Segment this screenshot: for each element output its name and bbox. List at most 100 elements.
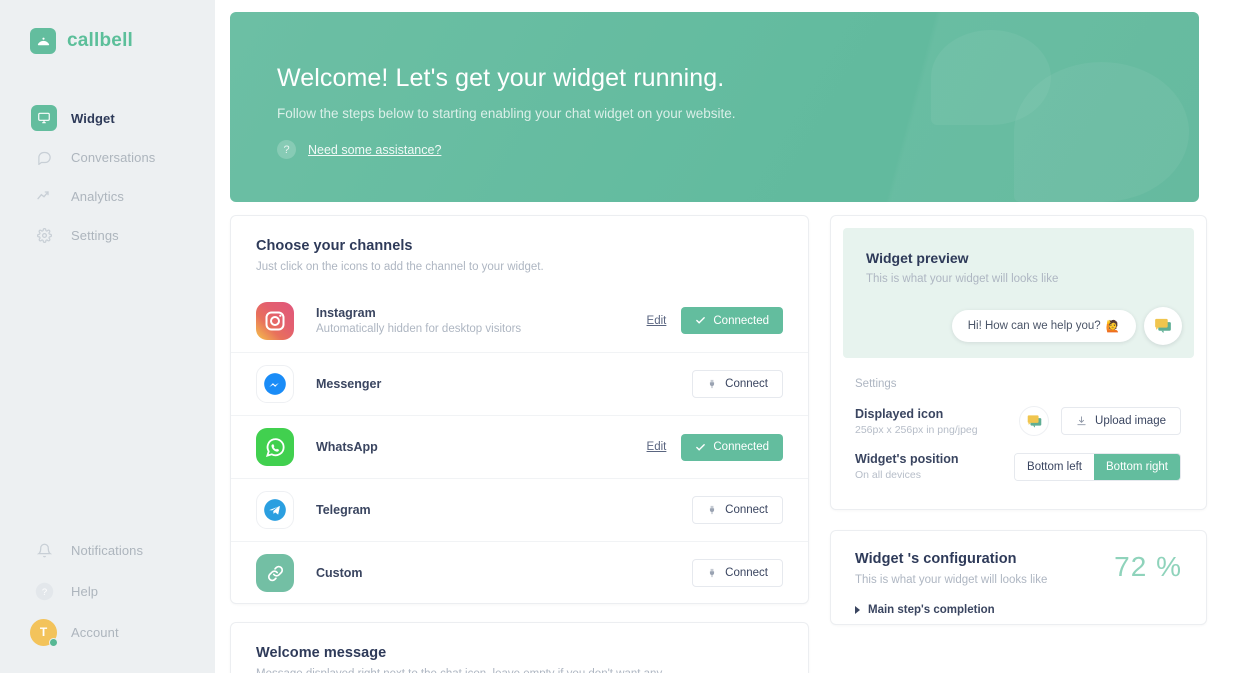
displayed-icon-row: Displayed icon 256px x 256px in png/jpeg [855, 406, 1181, 436]
position-bottom-right-button[interactable]: Bottom right [1094, 454, 1180, 480]
telegram-icon[interactable] [256, 491, 294, 529]
channel-name: WhatsApp [316, 440, 647, 454]
channel-name: Messenger [316, 377, 692, 391]
card-title: Choose your channels [256, 238, 783, 254]
chat-widget-icon[interactable] [1144, 307, 1182, 345]
upload-image-button[interactable]: Upload image [1061, 407, 1181, 435]
position-bottom-left-button[interactable]: Bottom left [1015, 454, 1094, 480]
displayed-icon-preview [1019, 406, 1049, 436]
upload-label: Upload image [1095, 415, 1166, 427]
plug-icon [707, 378, 717, 390]
card-subtitle: Message displayed right next to the chat… [256, 668, 783, 673]
whatsapp-icon[interactable] [256, 428, 294, 466]
widget-preview-launcher: Hi! How can we help you? 🙋 [952, 307, 1182, 345]
welcome-message-card: Welcome message Message displayed right … [230, 622, 809, 673]
page-title: Welcome! Let's get your widget running. [277, 64, 1199, 93]
setting-hint: 256px x 256px in png/jpeg [855, 424, 1019, 436]
connect-button[interactable]: Connect [692, 370, 783, 398]
table-row: Messenger Connect [231, 352, 808, 415]
channel-meta: Messenger [316, 377, 692, 391]
assistance-link[interactable]: Need some assistance? [308, 143, 441, 157]
caret-right-icon [855, 606, 860, 614]
channel-actions: Connect [692, 559, 783, 587]
sidebar-item-widget[interactable]: Widget [0, 99, 215, 137]
connect-button[interactable]: Connect [692, 559, 783, 587]
setting-hint: On all devices [855, 469, 1014, 481]
messenger-icon[interactable] [256, 365, 294, 403]
brand[interactable]: callbell [0, 0, 215, 54]
bell-icon [31, 537, 57, 563]
sidebar-item-account[interactable]: T Account [0, 612, 215, 652]
channel-actions: Connect [692, 370, 783, 398]
hero-subtitle: Follow the steps below to starting enabl… [277, 106, 1199, 121]
channel-name: Instagram [316, 306, 647, 320]
sidebar-item-label: Notifications [71, 543, 143, 558]
channel-meta: Custom [316, 566, 692, 580]
question-mark-icon: ? [277, 140, 296, 159]
table-row: Custom Connect [231, 541, 808, 604]
sidebar-item-analytics[interactable]: Analytics [0, 177, 215, 215]
choose-channels-card: Choose your channels Just click on the i… [230, 215, 809, 604]
setting-name: Widget's position [855, 452, 1014, 466]
card-title: Welcome message [256, 645, 783, 661]
main-content: Welcome! Let's get your widget running. … [215, 0, 1239, 673]
main-step-label: Main step's completion [868, 604, 995, 616]
check-icon [695, 442, 706, 453]
widget-preview-stage: Widget preview This is what your widget … [843, 228, 1194, 358]
card-subtitle: This is what your widget will looks like [855, 574, 1114, 586]
connect-label: Connect [725, 567, 768, 579]
table-row: Telegram Connect [231, 478, 808, 541]
main-step-completion-toggle[interactable]: Main step's completion [855, 604, 1206, 616]
card-subtitle: This is what your widget will looks like [866, 273, 1194, 285]
svg-text:?: ? [41, 587, 46, 598]
plug-icon [707, 567, 717, 579]
sidebar-item-label: Conversations [71, 150, 155, 165]
widget-preview-card: Widget preview This is what your widget … [830, 215, 1207, 510]
connected-button[interactable]: Connected [681, 307, 783, 334]
sidebar-item-help[interactable]: ? Help [0, 571, 215, 611]
sidebar-item-label: Account [71, 625, 119, 640]
connected-label: Connected [713, 315, 769, 327]
channel-meta: WhatsApp [316, 440, 647, 454]
brand-name: callbell [67, 30, 133, 52]
welcome-bubble: Hi! How can we help you? 🙋 [952, 310, 1136, 342]
sidebar-item-label: Widget [71, 111, 115, 126]
sidebar-nav: Widget Conversations Analytics Settings [0, 99, 215, 255]
instagram-icon[interactable] [256, 302, 294, 340]
completion-percent: 72 % [1114, 551, 1182, 583]
channel-description: Automatically hidden for desktop visitor… [316, 323, 647, 335]
sidebar-item-settings[interactable]: Settings [0, 216, 215, 254]
connect-label: Connect [725, 378, 768, 390]
table-row: WhatsApp Edit Connected [231, 415, 808, 478]
connect-label: Connect [725, 504, 768, 516]
table-row: Instagram Automatically hidden for deskt… [231, 289, 808, 352]
edit-link[interactable]: Edit [647, 315, 667, 327]
welcome-bubble-text: Hi! How can we help you? [968, 320, 1101, 332]
card-subtitle: Just click on the icons to add the chann… [256, 261, 783, 273]
channel-actions: Edit Connected [647, 307, 783, 334]
sidebar-item-label: Analytics [71, 189, 124, 204]
connect-button[interactable]: Connect [692, 496, 783, 524]
position-toggle: Bottom left Bottom right [1014, 453, 1181, 481]
sidebar-bottom-nav: Notifications ? Help T Account [0, 530, 215, 673]
chat-widget-glyph [1025, 412, 1044, 431]
callbell-logo-icon [30, 28, 56, 54]
sidebar-item-conversations[interactable]: Conversations [0, 138, 215, 176]
link-icon[interactable] [256, 554, 294, 592]
sidebar-item-label: Help [71, 584, 98, 599]
connected-label: Connected [713, 441, 769, 453]
sidebar-item-notifications[interactable]: Notifications [0, 530, 215, 570]
widget-configuration-card: Widget 's configuration This is what you… [830, 530, 1207, 625]
edit-link[interactable]: Edit [647, 441, 667, 453]
channel-actions: Edit Connected [647, 434, 783, 461]
hero-banner: Welcome! Let's get your widget running. … [230, 12, 1199, 202]
channel-actions: Connect [692, 496, 783, 524]
card-title: Widget 's configuration [855, 551, 1114, 567]
avatar: T [30, 619, 57, 646]
question-circle-icon: ? [31, 578, 57, 604]
hero-help-row: ? Need some assistance? [277, 140, 1199, 159]
sidebar: callbell Widget Conversations Analytics [0, 0, 215, 673]
plug-icon [707, 504, 717, 516]
channel-meta: Instagram Automatically hidden for deskt… [316, 306, 647, 335]
connected-button[interactable]: Connected [681, 434, 783, 461]
